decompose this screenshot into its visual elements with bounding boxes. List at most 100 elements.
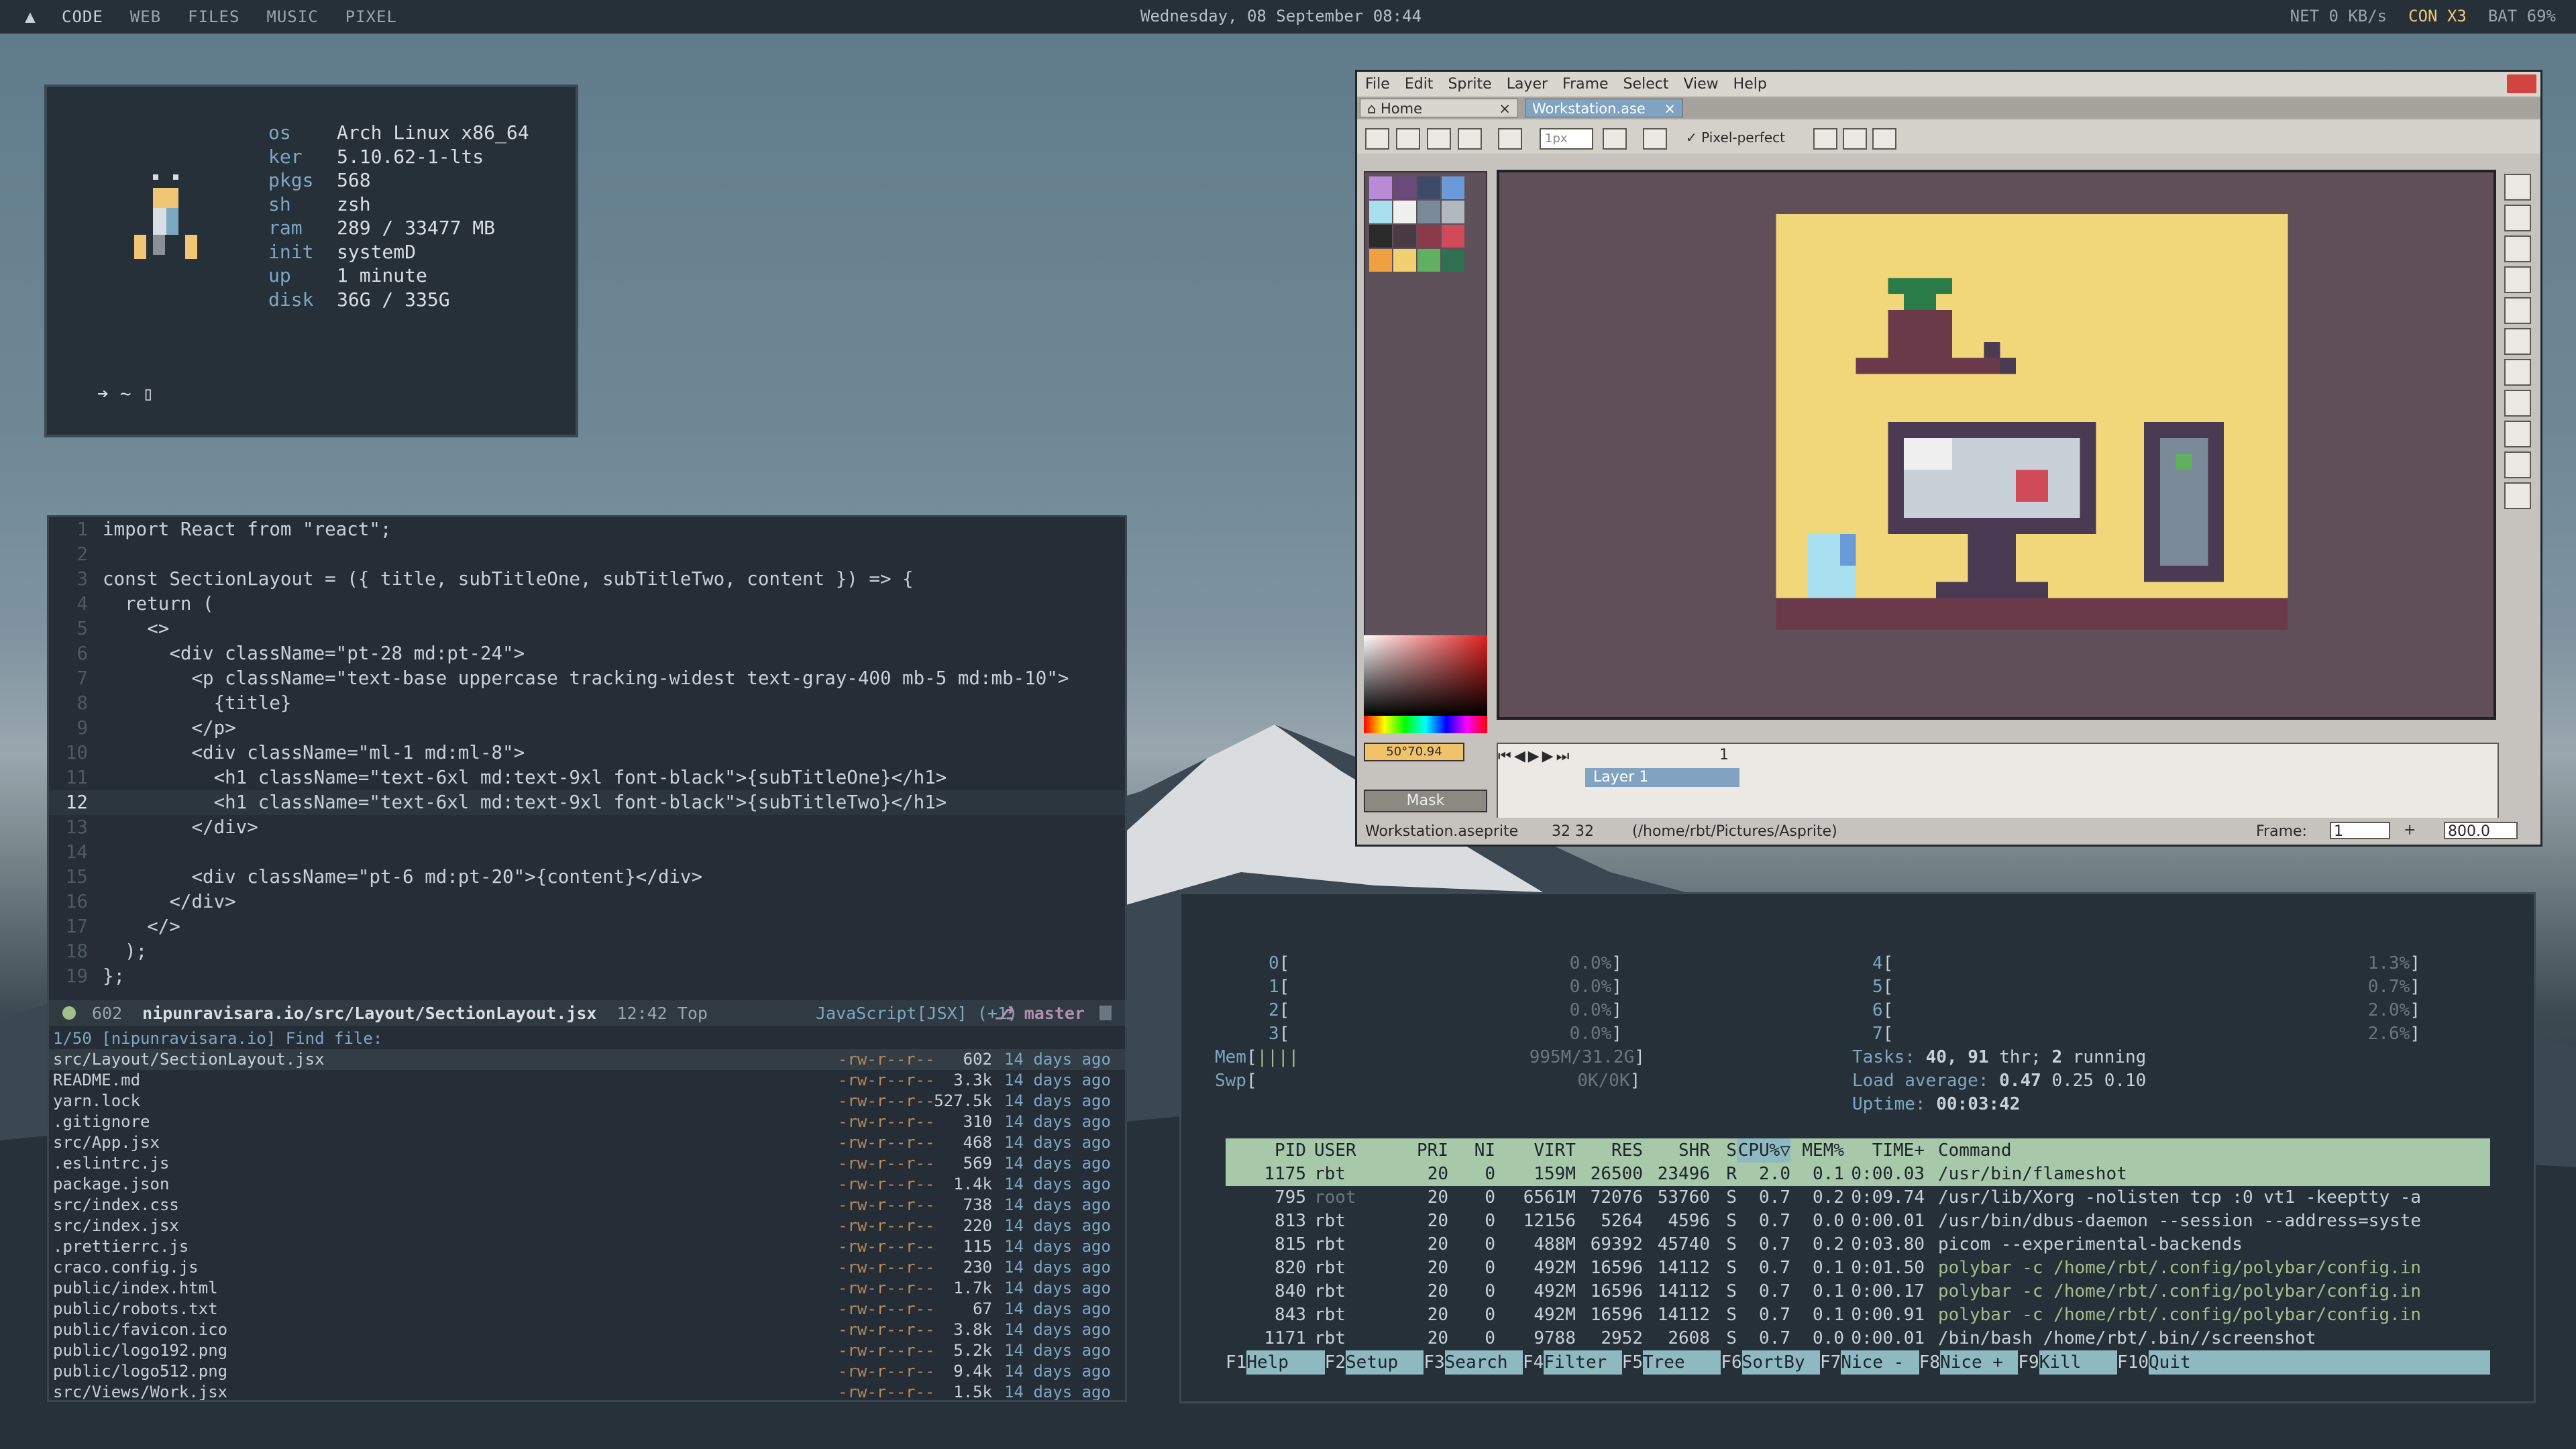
file-list-item[interactable]: public/index.html -rw-r--r-- 1.7k 14 days a… — [49, 1278, 1125, 1299]
eraser-tool-icon[interactable] — [2504, 235, 2531, 262]
line-tool-icon[interactable] — [2504, 390, 2531, 417]
file-list-item[interactable]: README.md -rw-r--r-- 3.3k 14 days ago — [49, 1070, 1125, 1091]
sprite-canvas[interactable] — [1772, 214, 2292, 630]
tab-workstation[interactable]: Workstation.ase × — [1525, 99, 1683, 117]
swatch[interactable] — [1442, 176, 1464, 199]
process-table-header[interactable]: PID USER PRI NI VIRT RES SHR S CPU%▽ MEM% TIME+ Com… — [1226, 1138, 2490, 1163]
code-line[interactable]: 1 import React from "react"; — [49, 517, 1125, 542]
code-line[interactable]: 14 — [49, 840, 1125, 865]
swatch[interactable] — [1393, 249, 1416, 272]
code-line[interactable]: 3 const SectionLayout = ({ title, subTitl… — [49, 567, 1125, 592]
swatch[interactable] — [1417, 176, 1440, 199]
swatch[interactable] — [1393, 225, 1416, 248]
file-list-item[interactable]: .gitignore -rw-r--r-- 310 14 days ago — [49, 1112, 1125, 1132]
square-icon[interactable] — [1427, 128, 1451, 150]
aseprite-window[interactable]: File Edit Sprite Layer Frame Select View… — [1355, 70, 2542, 847]
file-list-item[interactable]: yarn.lock -rw-r--r-- 527.5k 14 days ago — [49, 1091, 1125, 1112]
code-line[interactable]: 10 <div className="ml-1 md:ml-8"> — [49, 741, 1125, 765]
hue-slider[interactable] — [1364, 716, 1487, 733]
sprite-canvas-area[interactable] — [1497, 170, 2496, 720]
swatch[interactable] — [1393, 176, 1416, 199]
menu-select[interactable]: Select — [1623, 76, 1669, 93]
file-list-item[interactable]: src/App.jsx -rw-r--r-- 468 14 days ago — [49, 1132, 1125, 1153]
file-list-item[interactable]: public/robots.txt -rw-r--r-- 67 14 days ago — [49, 1299, 1125, 1320]
code-editor[interactable]: 1 import React from "react"; 2 3 const Secti… — [47, 515, 1127, 1402]
arch-logo-icon[interactable]: ▲ — [20, 7, 40, 27]
code-line[interactable]: 18 ); — [49, 939, 1125, 964]
mask-button[interactable]: Mask — [1364, 790, 1487, 812]
zoom-input[interactable]: 800.0 — [2444, 822, 2518, 840]
file-list-item[interactable]: public/logo192.png -rw-r--r-- 5.2k 14 days … — [49, 1340, 1125, 1361]
file-list-item[interactable]: .eslintrc.js -rw-r--r-- 569 14 days ago — [49, 1153, 1125, 1174]
code-line[interactable]: 9 </p> — [49, 716, 1125, 741]
workspace-files[interactable]: FILES — [188, 7, 239, 26]
swatch[interactable] — [1393, 201, 1416, 223]
opacity-icon[interactable] — [1643, 128, 1667, 150]
brush-size-field[interactable]: 1px — [1540, 128, 1593, 150]
contour-tool-icon[interactable] — [2504, 451, 2531, 478]
notification-icon[interactable] — [2507, 74, 2536, 93]
file-list-item[interactable]: .prettierrc.js -rw-r--r-- 115 14 days ago — [49, 1236, 1125, 1257]
code-line[interactable]: 6 <div className="pt-28 md:pt-24"> — [49, 641, 1125, 666]
play-icon[interactable]: ▶ — [1528, 748, 1540, 765]
file-list-item[interactable]: src/Views/Work.jsx -rw-r--r-- 1.5k 14 days … — [49, 1382, 1125, 1400]
finder-prompt[interactable]: 1/50 [nipunravisara.io] Find file: — [49, 1028, 1125, 1049]
lock-icon[interactable] — [1365, 128, 1389, 150]
fkey-action[interactable]: Filter — [1544, 1350, 1622, 1375]
file-list-item[interactable]: src/index.css -rw-r--r-- 738 14 days ago — [49, 1195, 1125, 1216]
swatch[interactable] — [1442, 201, 1464, 223]
code-line[interactable]: 17 </> — [49, 914, 1125, 939]
pixel-perfect-checkbox[interactable]: ✓ Pixel-perfect — [1686, 129, 1785, 146]
download-icon[interactable] — [1396, 128, 1420, 150]
file-list-item[interactable]: src/Layout/SectionLayout.jsx -rw-r--r-- 60… — [49, 1049, 1125, 1070]
swatch[interactable] — [1442, 249, 1464, 272]
swatch[interactable] — [1369, 201, 1392, 223]
process-row[interactable]: 815 rbt 20 0 488M 69392 45740 S 0.7 0.2 0:03.80 pic… — [1226, 1233, 2490, 1256]
htop-terminal[interactable]: 0[0.0%] 1[0.0%] 2[0.0%] 3[0.0%] 4[1.3%] 5[0.7… — [1179, 892, 2536, 1403]
fkey-action[interactable]: SortBy — [1741, 1350, 1821, 1375]
prev-frame-icon[interactable]: ◀ — [1514, 748, 1525, 765]
fkey-action[interactable]: Search — [1444, 1350, 1523, 1375]
more-icon[interactable] — [1872, 128, 1896, 150]
file-list-item[interactable]: craco.config.js -rw-r--r-- 230 14 days ago — [49, 1257, 1125, 1278]
process-row[interactable]: 840 rbt 20 0 492M 16596 14112 S 0.7 0.1 0:00.17 pol… — [1226, 1280, 2490, 1303]
neofetch-terminal[interactable]: os Arch Linux x86_64 ker 5.10.62-1-lts pkg… — [44, 85, 578, 437]
add-frame-icon[interactable]: + — [2404, 822, 2416, 839]
file-list-item[interactable]: public/favicon.ico -rw-r--r-- 3.8k 14 days … — [49, 1320, 1125, 1340]
code-line[interactable]: 15 <div className="pt-6 md:pt-20">{conte… — [49, 865, 1125, 890]
workspace-music[interactable]: MUSIC — [266, 7, 318, 26]
swatch[interactable] — [1369, 225, 1392, 248]
fill-tool-icon[interactable] — [2504, 359, 2531, 386]
code-line[interactable]: 7 <p className="text-base uppercase trac… — [49, 666, 1125, 691]
fkey-action[interactable]: Kill — [2039, 1350, 2118, 1375]
dot-icon[interactable] — [1498, 128, 1522, 150]
process-row[interactable]: 843 rbt 20 0 492M 16596 14112 S 0.7 0.1 0:00.91 pol… — [1226, 1303, 2490, 1327]
last-frame-icon[interactable]: ⏭ — [1556, 748, 1570, 765]
swatch[interactable] — [1369, 249, 1392, 272]
code-line[interactable]: 19}; — [49, 964, 1125, 989]
rectangle-tool-icon[interactable] — [2504, 421, 2531, 447]
code-line[interactable]: 11 <h1 className="text-6xl md:text-9xl f… — [49, 765, 1125, 790]
fkey-action[interactable]: Nice - — [1841, 1350, 1919, 1375]
file-list-item[interactable]: public/logo512.png -rw-r--r-- 9.4k 14 days … — [49, 1361, 1125, 1382]
workspace-pixel[interactable]: PIXEL — [345, 7, 397, 26]
move-tool-icon[interactable] — [2504, 328, 2531, 355]
process-row[interactable]: 1175 rbt 20 0 159M 26500 23496 R 2.0 0.1 0:00.03/u… — [1226, 1163, 2490, 1186]
color-value[interactable]: 50°70.94 — [1364, 743, 1464, 761]
code-line[interactable]: 8 {title} — [49, 691, 1125, 716]
layer-row[interactable]: Layer 1 — [1585, 768, 1739, 787]
next-frame-icon[interactable]: ▶ — [1542, 748, 1554, 765]
menu-edit[interactable]: Edit — [1405, 76, 1434, 93]
code-line[interactable]: 5 <> — [49, 616, 1125, 641]
file-list-item[interactable]: package.json -rw-r--r-- 1.4k 14 days ago — [49, 1174, 1125, 1195]
fkey-action[interactable]: Tree — [1643, 1350, 1721, 1375]
symmetry-icon[interactable] — [1813, 128, 1837, 150]
menu-view[interactable]: View — [1683, 76, 1718, 93]
process-row[interactable]: 1171 rbt 20 0 9788 2952 2608 S 0.7 0.0 0:00.01/bin… — [1226, 1327, 2490, 1350]
fkey-action[interactable]: Nice + — [1940, 1350, 2019, 1375]
workspace-code[interactable]: CODE — [62, 7, 103, 26]
menu-help[interactable]: Help — [1733, 76, 1767, 93]
pencil-tool-icon[interactable] — [2504, 205, 2531, 231]
menu-layer[interactable]: Layer — [1507, 76, 1548, 93]
code-line[interactable]: 4 return ( — [49, 592, 1125, 616]
